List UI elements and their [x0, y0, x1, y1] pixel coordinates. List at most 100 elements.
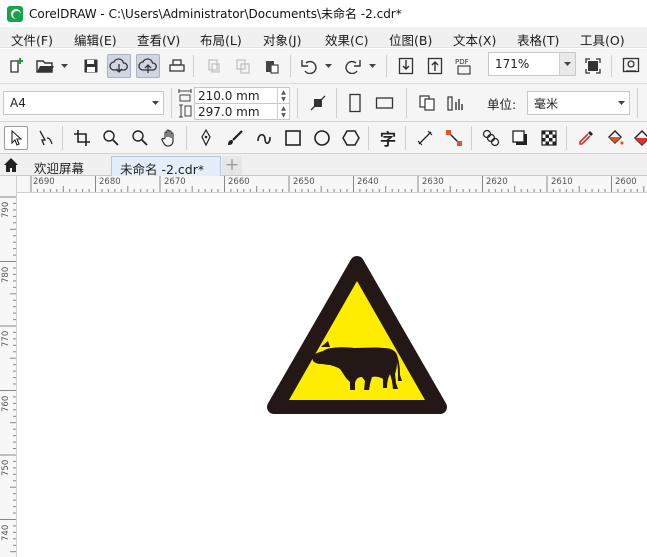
coreldraw-logo-icon: [7, 5, 23, 22]
ruler-label: 2690: [33, 177, 55, 187]
units-chevron-down-icon[interactable]: [613, 92, 629, 114]
connector-tool-icon[interactable]: [442, 126, 466, 150]
zoom-out-tool-icon[interactable]: [128, 126, 152, 150]
toolbar-separator: [368, 126, 369, 150]
crop-tool-icon[interactable]: [70, 126, 94, 150]
toolbox: 字: [0, 122, 647, 154]
ellipse-tool-icon[interactable]: [310, 126, 334, 150]
menu-bitmaps[interactable]: 位图(B): [389, 30, 432, 49]
toolbar-separator: [566, 126, 567, 150]
drawing-canvas[interactable]: [18, 194, 647, 557]
pick-tool-icon[interactable]: [4, 126, 28, 150]
page-width-stepper[interactable]: ▲ ▼: [277, 88, 289, 103]
ruler-label: 780: [1, 266, 11, 283]
eyedropper-tool-icon[interactable]: [574, 126, 598, 150]
home-icon[interactable]: [3, 157, 19, 176]
menu-view[interactable]: 查看(V): [137, 30, 180, 49]
vertical-ruler[interactable]: 790 780 770 760 750 740: [0, 176, 17, 557]
menu-table[interactable]: 表格(T): [517, 30, 559, 49]
shape-tool-icon[interactable]: [33, 126, 57, 150]
cut-icon[interactable]: [202, 54, 226, 78]
brush-tool-icon[interactable]: [223, 126, 247, 150]
cow-warning-sign-icon[interactable]: [266, 255, 448, 419]
toolbar-separator: [186, 126, 187, 150]
landscape-orientation-icon[interactable]: [373, 91, 397, 115]
cloud-download-icon[interactable]: [107, 54, 131, 78]
toolbar-separator: [471, 126, 472, 150]
current-page-icon[interactable]: [444, 91, 468, 115]
polygon-tool-icon[interactable]: [339, 126, 363, 150]
horizontal-ruler[interactable]: 2690 2680 2670 2660 2650 2640 2630 2620 …: [17, 176, 647, 193]
ruler-label: 2600: [615, 177, 637, 187]
zoom-chevron-down-icon[interactable]: [559, 53, 575, 75]
toolbar-separator: [637, 88, 638, 118]
toolbar-separator: [171, 88, 172, 118]
text-tool-icon[interactable]: 字: [376, 126, 400, 150]
smart-fill-tool-icon[interactable]: [630, 126, 647, 150]
open-dropdown-chevron-down-icon[interactable]: [59, 54, 69, 78]
page-size-chevron-down-icon[interactable]: [147, 92, 163, 114]
page-orientation-lock-icon[interactable]: [306, 91, 330, 115]
parallel-dimension-tool-icon[interactable]: [413, 126, 437, 150]
page-size-select[interactable]: A4: [3, 91, 164, 115]
toolbar-separator: [611, 55, 612, 77]
page-width-icon: [178, 88, 192, 105]
menu-file[interactable]: 文件(F): [11, 30, 53, 49]
interactive-fill-tool-icon[interactable]: [603, 126, 627, 150]
units-select[interactable]: 毫米: [527, 91, 630, 115]
zoom-level-value: 171%: [495, 57, 530, 71]
units-value: 毫米: [534, 96, 559, 111]
redo-dropdown-chevron-down-icon[interactable]: [367, 54, 377, 78]
page-width-field[interactable]: 210.0 mm ▲ ▼: [194, 87, 290, 104]
ruler-label: 740: [1, 524, 11, 541]
all-pages-icon[interactable]: [415, 91, 439, 115]
portrait-orientation-icon[interactable]: [343, 91, 367, 115]
transparency-tool-icon[interactable]: [537, 126, 561, 150]
undo-icon[interactable]: [297, 54, 321, 78]
menu-effects[interactable]: 效果(C): [325, 30, 368, 49]
new-document-icon[interactable]: [5, 54, 29, 78]
import-icon[interactable]: [394, 54, 418, 78]
save-icon[interactable]: [79, 54, 103, 78]
bspline-tool-icon[interactable]: [252, 126, 276, 150]
page-height-value: 297.0 mm: [198, 104, 260, 119]
zoom-tool-icon[interactable]: [99, 126, 123, 150]
export-icon[interactable]: [423, 54, 447, 78]
standard-toolbar: PDF 171%: [0, 49, 647, 84]
undo-dropdown-chevron-down-icon[interactable]: [323, 54, 333, 78]
full-screen-preview-icon[interactable]: [581, 54, 605, 78]
print-icon[interactable]: [165, 54, 189, 78]
pen-tool-icon[interactable]: [194, 126, 218, 150]
page-height-stepper[interactable]: ▲ ▼: [277, 104, 289, 119]
tab-welcome-screen[interactable]: 欢迎屏幕: [26, 156, 92, 176]
publish-pdf-icon[interactable]: PDF: [452, 54, 476, 78]
ruler-label: 2660: [228, 177, 250, 187]
menu-text[interactable]: 文本(X): [453, 30, 496, 49]
menu-object[interactable]: 对象(J): [263, 30, 301, 49]
toolbar-separator: [406, 88, 407, 118]
window-title: CorelDRAW - C:\Users\Administrator\Docum…: [29, 7, 402, 21]
open-folder-icon[interactable]: [33, 54, 57, 78]
options-icon[interactable]: [619, 54, 643, 78]
page-height-field[interactable]: 297.0 mm ▲ ▼: [194, 103, 290, 120]
menu-layout[interactable]: 布局(L): [200, 30, 242, 49]
copy-icon[interactable]: [231, 54, 255, 78]
cloud-upload-icon[interactable]: [136, 54, 160, 78]
drop-shadow-tool-icon[interactable]: [508, 126, 532, 150]
zoom-level-select[interactable]: 171%: [488, 52, 576, 76]
toolbar-separator: [336, 88, 337, 118]
ruler-label: 760: [1, 395, 11, 412]
vertical-ruler-ticks: [0, 196, 16, 553]
menu-edit[interactable]: 编辑(E): [74, 30, 117, 49]
ruler-label: 750: [1, 459, 11, 476]
paste-icon[interactable]: [260, 54, 284, 78]
toolbar-separator: [386, 55, 387, 77]
redo-icon[interactable]: [341, 54, 365, 78]
menu-tools[interactable]: 工具(O): [580, 30, 625, 49]
property-bar: A4 210.0 mm ▲ ▼ 297.0 mm ▲ ▼ 单位: 毫米: [0, 84, 647, 122]
pan-tool-hand-icon[interactable]: [157, 126, 181, 150]
add-tab-plus-icon[interactable]: +: [222, 156, 242, 175]
tab-document[interactable]: 未命名 -2.cdr*: [111, 156, 221, 177]
blend-tool-icon[interactable]: [479, 126, 503, 150]
rectangle-tool-icon[interactable]: [281, 126, 305, 150]
